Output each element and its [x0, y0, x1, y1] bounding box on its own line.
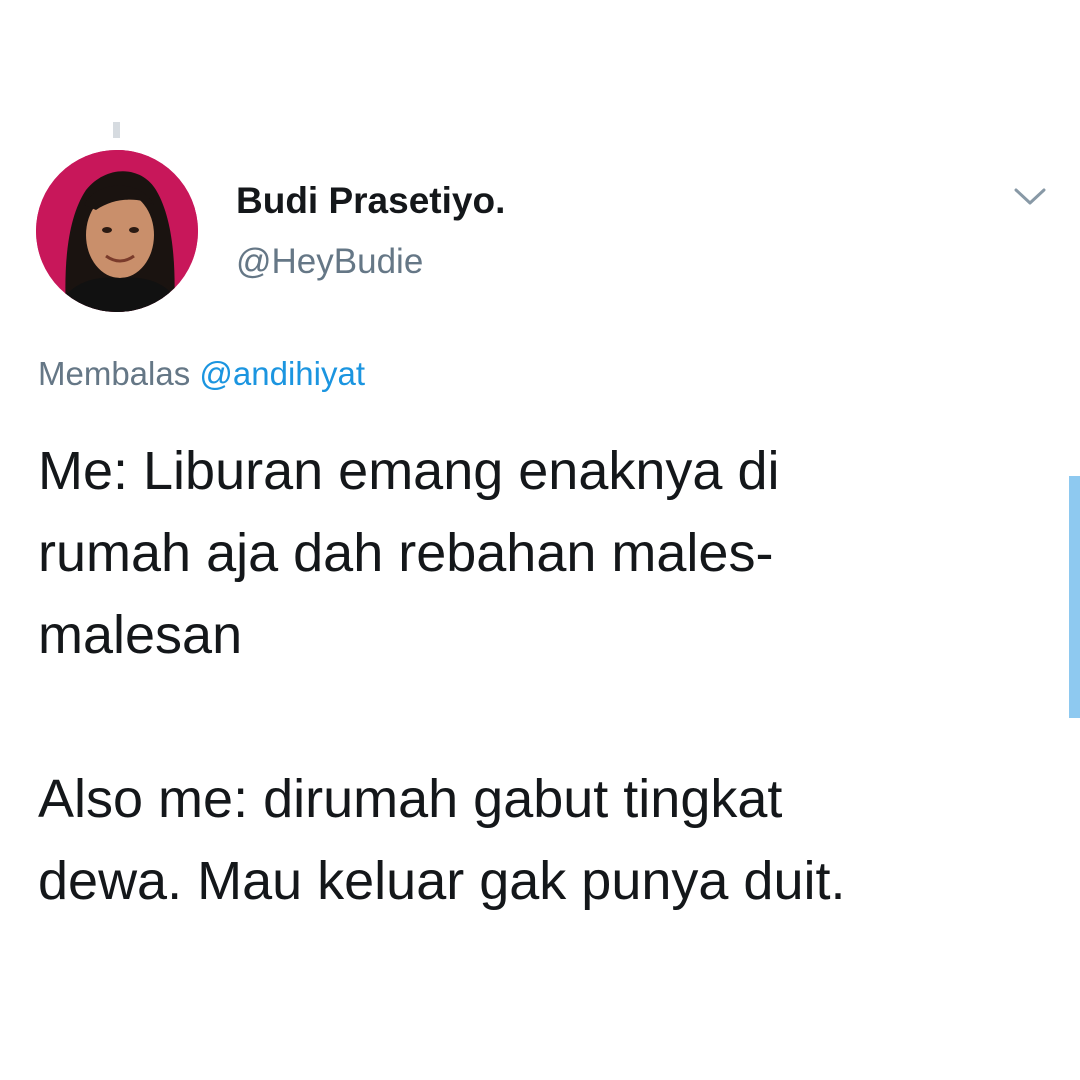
- tweet-text-line: malesan: [38, 605, 243, 665]
- scrollbar-thumb[interactable]: [1069, 476, 1080, 718]
- display-name[interactable]: Budi Prasetiyo.: [236, 180, 505, 222]
- tweet-text: Me: Liburan emang enaknya di rumah aja d…: [38, 430, 1038, 922]
- tweet-text-line: Also me: dirumah gabut tingkat: [38, 769, 783, 829]
- thread-connector-line: [113, 122, 120, 138]
- reply-mention-link[interactable]: @andihiyat: [199, 355, 365, 392]
- avatar[interactable]: [36, 150, 198, 312]
- user-handle[interactable]: @HeyBudie: [236, 242, 423, 282]
- tweet-text-line: Me: Liburan emang enaknya di: [38, 441, 780, 501]
- replying-to: Membalas @andihiyat: [38, 355, 365, 393]
- chevron-down-icon[interactable]: [1010, 176, 1050, 216]
- tweet-card: Budi Prasetiyo. @HeyBudie Membalas @andi…: [0, 0, 1080, 1080]
- tweet-text-line: rumah aja dah rebahan males-: [38, 523, 774, 583]
- replying-to-label: Membalas: [38, 355, 191, 392]
- avatar-photo: [36, 150, 198, 312]
- tweet-text-line: dewa. Mau keluar gak punya duit.: [38, 851, 846, 911]
